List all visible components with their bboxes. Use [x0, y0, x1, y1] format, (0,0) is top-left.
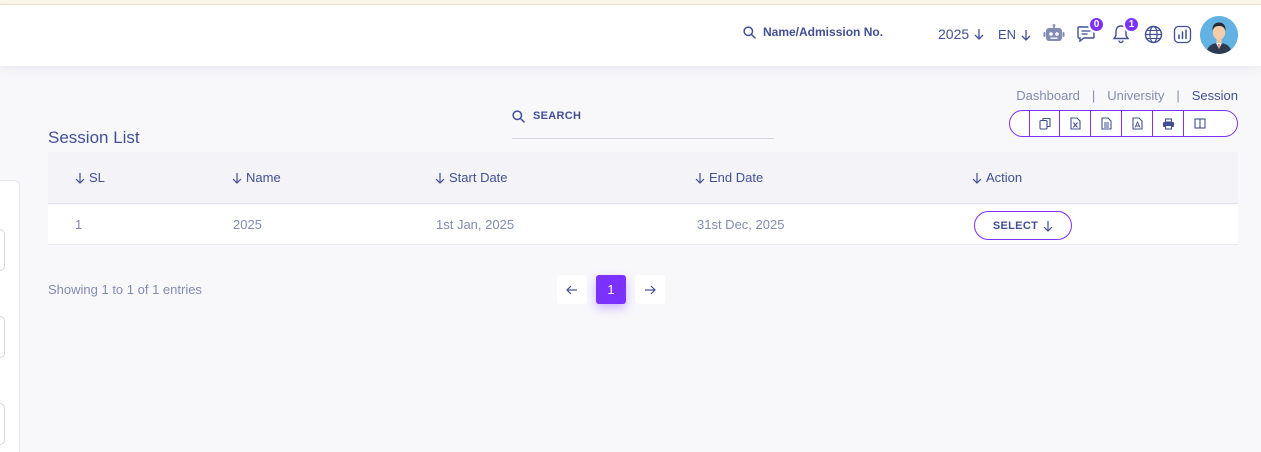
globe-icon[interactable] [1142, 23, 1164, 45]
side-input-box[interactable] [0, 403, 5, 445]
year-value: 2025 [938, 26, 970, 42]
chat-icon[interactable]: 0 [1075, 16, 1105, 45]
breadcrumb-separator: | [1176, 88, 1180, 103]
pagination: 1 [557, 275, 665, 304]
side-input-box[interactable] [0, 316, 5, 358]
excel-button[interactable] [1060, 111, 1091, 136]
left-side-panel [0, 180, 20, 452]
sort-arrow-icon [232, 172, 242, 184]
column-header-label: Name [246, 170, 281, 185]
cell-sl: 1 [75, 217, 83, 232]
previous-page-button[interactable] [557, 275, 587, 304]
arrow-down-icon [974, 29, 984, 40]
copy-button[interactable] [1029, 111, 1060, 136]
language-selector[interactable]: EN [998, 27, 1031, 42]
language-value: EN [998, 27, 1017, 42]
column-header-action[interactable]: Action [972, 170, 1022, 185]
table-header-row: SL Name Start Date End Date Action [48, 152, 1238, 204]
page-button-current[interactable]: 1 [596, 275, 626, 304]
table-search-input[interactable]: SEARCH [512, 108, 774, 139]
table-row: 1 2025 1st Jan, 2025 31st Dec, 2025 SELE… [48, 205, 1238, 245]
page-title: Session List [48, 128, 140, 147]
excel-icon [1069, 117, 1081, 130]
arrow-down-icon [1021, 29, 1031, 41]
cell-start-date: 1st Jan, 2025 [436, 217, 515, 232]
sort-arrow-icon [972, 172, 982, 184]
pdf-button[interactable] [1122, 111, 1153, 136]
header-search-label: Name/Admission No. [763, 25, 884, 39]
select-action-button[interactable]: SELECT [974, 211, 1072, 240]
breadcrumb-university[interactable]: University [1107, 88, 1164, 103]
bell-icon[interactable]: 1 [1110, 16, 1140, 45]
print-icon [1162, 117, 1174, 130]
table-search-label: SEARCH [533, 110, 582, 122]
columns-button[interactable] [1184, 111, 1215, 136]
column-header-label: End Date [709, 170, 764, 185]
search-icon [743, 25, 756, 39]
arrow-right-icon [645, 285, 656, 294]
column-header-end-date[interactable]: End Date [695, 170, 763, 185]
arrow-down-icon [1043, 220, 1053, 232]
notifications-badge: 1 [1123, 16, 1140, 33]
breadcrumb: Dashboard | University | Session [1016, 88, 1238, 103]
user-avatar[interactable] [1200, 16, 1238, 54]
breadcrumb-dashboard[interactable]: Dashboard [1016, 88, 1080, 103]
csv-button[interactable] [1091, 111, 1122, 136]
analytics-icon[interactable] [1171, 23, 1193, 45]
column-header-label: SL [89, 170, 105, 185]
side-input-box[interactable] [0, 229, 5, 271]
column-header-label: Start Date [449, 170, 508, 185]
breadcrumb-separator: | [1091, 88, 1096, 103]
column-header-sl[interactable]: SL [75, 170, 105, 185]
csv-icon [1100, 117, 1112, 130]
header-search[interactable]: Name/Admission No. [743, 25, 883, 39]
messages-badge: 0 [1088, 16, 1105, 33]
select-button-label: SELECT [992, 219, 1039, 232]
column-header-name[interactable]: Name [232, 170, 281, 185]
top-header: Name/Admission No. 2025 EN 0 1 [0, 5, 1261, 66]
copy-icon [1038, 117, 1051, 130]
entries-info: Showing 1 to 1 of 1 entries [48, 282, 202, 297]
sort-arrow-icon [695, 172, 705, 184]
sort-arrow-icon [435, 172, 445, 184]
cell-name: 2025 [233, 217, 262, 232]
sort-arrow-icon [75, 172, 85, 184]
arrow-left-icon [566, 285, 577, 294]
year-selector[interactable]: 2025 [938, 26, 984, 42]
export-button-group [1009, 110, 1238, 137]
column-header-label: Action [986, 170, 1023, 185]
session-table: SL Name Start Date End Date Action 1 202… [48, 152, 1238, 245]
next-page-button[interactable] [635, 275, 665, 304]
search-icon [512, 109, 525, 123]
print-button[interactable] [1153, 111, 1184, 136]
columns-icon [1193, 118, 1206, 129]
cell-end-date: 31st Dec, 2025 [697, 217, 785, 232]
column-header-start-date[interactable]: Start Date [435, 170, 508, 185]
robot-icon[interactable] [1043, 23, 1065, 45]
breadcrumb-session: Session [1191, 88, 1238, 103]
pdf-icon [1131, 117, 1143, 130]
